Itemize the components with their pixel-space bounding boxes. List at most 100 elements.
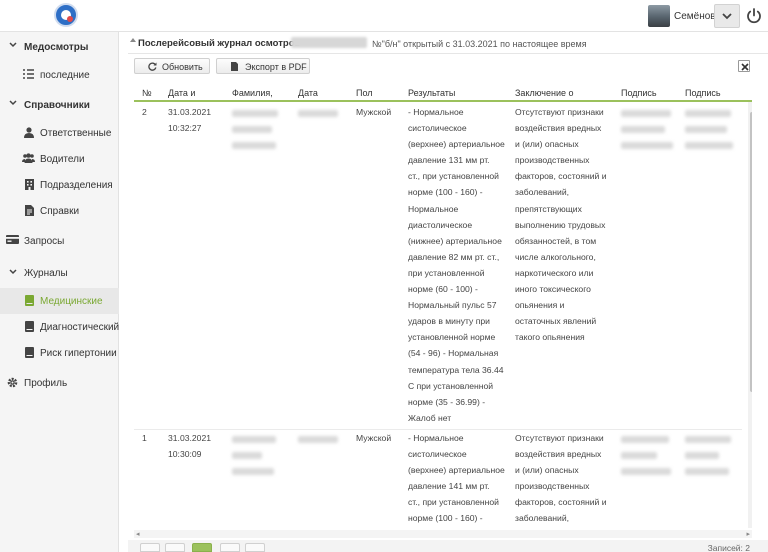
results-line: (нижнее) артериальное [408,235,502,246]
prev-page-button[interactable] [165,543,185,552]
results-line: норме (100 - 160) - [408,187,483,198]
sidebar-group-references[interactable]: Справочники [0,92,119,118]
chevron-down-icon [722,13,732,20]
page-title: Послерейсовый журнал осмотров [138,38,301,49]
collapse-icon[interactable] [130,38,136,42]
conclusion-line: производственных [515,481,590,492]
sidebar-group-journals[interactable]: Журналы [0,260,119,286]
user-menu-button[interactable] [714,4,740,28]
cell-results: - Нормальное систолическое (верхнее) арт… [408,104,512,426]
sidebar-item-profile[interactable]: Профиль [0,370,119,396]
cell-date: 31.03.2021 [168,107,212,117]
cell-num: 2 [142,107,147,117]
pdf-icon [231,62,238,71]
horizontal-scrollbar[interactable]: ◂ ▸ [134,530,752,538]
sidebar-item-diagnostic[interactable]: Диагностический [0,314,119,340]
power-icon[interactable] [745,7,763,25]
cell-conclusion: Отсутствуют признаки воздействия вредных… [515,430,619,527]
redacted-signature [621,110,671,117]
last-page-button[interactable] [245,543,265,552]
conclusion-line: и (или) опасных [515,139,579,150]
redacted-name [232,452,262,459]
refresh-button[interactable]: Обновить [134,58,210,74]
sidebar-item-label: Риск гипертонии [40,348,117,359]
table-row[interactable]: 2 31.03.2021 10:32:27 Мужской - Нормальн… [134,104,742,430]
redacted-signature [621,468,671,475]
column-header-birthdate[interactable]: Дата [298,88,318,98]
cell-num: 1 [142,433,147,443]
next-page-button[interactable] [220,543,240,552]
sidebar-item-departments[interactable]: Подразделения [0,172,119,198]
conclusion-line: Отсутствуют признаки [515,107,604,117]
conclusion-line: заболеваний, [515,513,570,524]
conclusion-line: числе алкогольного, [515,251,596,262]
results-line: давление 82 мм рт. ст., [408,251,500,262]
redacted-name [232,126,272,133]
redacted-name [232,110,278,117]
column-header-num[interactable]: № [142,88,152,98]
conclusion-line: факторов, состояний и [515,171,607,182]
sidebar-item-requests[interactable]: Запросы [0,228,119,254]
scrollbar-thumb[interactable] [750,112,752,392]
sidebar-item-hypertension-risk[interactable]: Риск гипертонии [0,340,119,366]
cell-conclusion: Отсутствуют признаки воздействия вредных… [515,104,619,345]
scroll-right-icon[interactable]: ▸ [746,530,750,538]
conclusion-line: препятствующих [515,203,582,214]
chevron-down-icon [9,42,17,48]
column-header-conclusion[interactable]: Заключение о [515,88,574,98]
conclusion-line: выполнению трудовых [515,219,606,230]
results-line: ударов в минуту при [408,316,490,327]
results-line: ст., при установленной [408,497,499,508]
column-header-results[interactable]: Результаты [408,88,455,98]
redacted-name [232,142,276,149]
results-line: (54 - 96) - Нормальная [408,348,499,359]
current-page-button[interactable] [192,543,212,552]
conclusion-line: опьянения и [515,300,565,311]
chevron-down-icon [9,100,17,106]
sidebar-item-certificates[interactable]: Справки [0,198,119,224]
book-icon [25,347,34,358]
redacted-birthdate [298,110,338,117]
chevron-down-icon [9,269,17,275]
sidebar-item-medical[interactable]: Медицинские [0,288,119,314]
sidebar-item-recent[interactable]: последние [0,62,119,88]
sidebar-item-label: Медицинские [40,296,103,307]
sidebar-item-label: Подразделения [40,180,113,191]
journal-table: № Дата и Фамилия, Дата Пол Результаты За… [134,82,752,528]
conclusion-line: производственных [515,155,590,166]
column-header-signature-1[interactable]: Подпись [621,88,657,98]
record-count: Записей: 2 [707,543,750,552]
vertical-scrollbar[interactable] [748,102,752,528]
first-page-button[interactable] [140,543,160,552]
sidebar-item-label: последние [40,70,90,81]
column-header-sex[interactable]: Пол [356,88,373,98]
results-line: температура тела 36.44 [408,364,504,375]
sidebar-group-medical-exams[interactable]: Медосмотры [0,34,119,60]
redacted-signature [621,126,665,133]
column-header-signature-2[interactable]: Подпись [685,88,721,98]
panel-header: Послерейсовый журнал осмотров №"б/н" отк… [128,32,768,54]
app-logo[interactable] [54,3,78,27]
close-icon [741,63,749,71]
results-line: (верхнее) артериальное [408,139,505,150]
column-header-name[interactable]: Фамилия, [232,88,273,98]
conclusion-line: факторов, состояний и [515,497,607,508]
cell-results: - Нормальное систолическое (верхнее) арт… [408,430,512,527]
export-pdf-button[interactable]: Экспорт в PDF [216,58,310,74]
user-avatar[interactable] [648,5,670,27]
conclusion-line: заболеваний, [515,187,570,198]
results-line: Жалоб нет [408,412,452,423]
scroll-left-icon[interactable]: ◂ [136,530,140,538]
sidebar-item-drivers[interactable]: Водители [0,146,119,172]
sidebar-item-label: Справочники [24,100,90,111]
results-line: при установленной [408,267,485,278]
cell-time: 10:30:09 [168,449,202,459]
conclusion-line: обязанностей, в том [515,235,597,246]
sidebar-item-responsible[interactable]: Ответственные [0,120,119,146]
close-panel-button[interactable] [738,60,750,72]
conclusion-line: воздействия вредных [515,449,602,460]
conclusion-line: наркотического или [515,267,594,278]
column-header-datetime[interactable]: Дата и [168,88,195,98]
table-row[interactable]: 1 31.03.2021 10:30:09 Мужской - Нормальн… [134,430,742,528]
redacted-signature [621,142,673,149]
